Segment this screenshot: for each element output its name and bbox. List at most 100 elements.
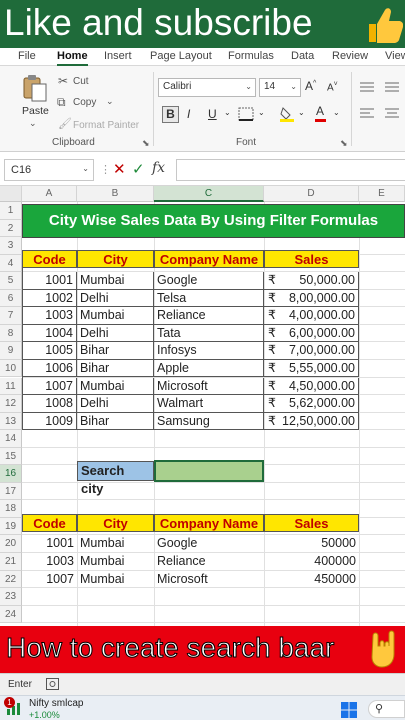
cell-code: 1006 [22, 359, 77, 378]
result-company: Microsoft [157, 571, 208, 586]
search-city-input[interactable] [154, 460, 264, 482]
row-header-6[interactable]: 6 [0, 289, 22, 308]
copy-icon[interactable]: ⧉ [57, 95, 66, 110]
chevron-down-icon[interactable]: ⌄ [29, 118, 37, 129]
chevron-down-icon[interactable]: ⌄ [298, 108, 305, 117]
row-header-7[interactable]: 7 [0, 307, 22, 325]
column-header-a[interactable]: A [22, 186, 77, 202]
tab-insert[interactable]: Insert [104, 50, 132, 62]
tab-page-layout[interactable]: Page Layout [150, 50, 212, 62]
tab-data[interactable]: Data [291, 50, 314, 62]
taskbar-search[interactable]: ⚲ [368, 700, 405, 718]
font-size-select[interactable]: 14 ⌄ [259, 78, 301, 97]
dialog-launcher-icon[interactable]: ⬊ [142, 138, 150, 149]
formula-input[interactable] [176, 159, 405, 181]
row-header-19[interactable]: 19 [0, 517, 22, 536]
row-header-8[interactable]: 8 [0, 324, 22, 343]
row-header-4[interactable]: 4 [0, 254, 22, 273]
row-header-3[interactable]: 3 [0, 237, 22, 255]
fill-color-icon[interactable] [280, 106, 294, 122]
chevron-down-icon[interactable]: ⌄ [333, 108, 340, 117]
row-header-22[interactable]: 22 [0, 570, 22, 589]
chevron-down-icon[interactable]: ⌄ [258, 108, 265, 117]
tab-home[interactable]: Home [57, 50, 88, 66]
tab-formulas[interactable]: Formulas [228, 50, 274, 62]
tab-view[interactable]: View [385, 50, 405, 62]
accessibility-icon[interactable] [46, 678, 59, 690]
cut-button[interactable]: Cut [73, 76, 89, 87]
row-header-23[interactable]: 23 [0, 588, 22, 606]
scissors-icon[interactable]: ✂ [58, 74, 68, 88]
cell-city: Mumbai [77, 307, 154, 325]
cell-city: Bihar [77, 412, 154, 431]
row-header-1[interactable]: 1 [0, 202, 22, 220]
windows-start-icon[interactable] [341, 702, 357, 718]
row-header-12[interactable]: 12 [0, 395, 22, 413]
name-box[interactable]: C16 ⌄ [4, 159, 94, 181]
row-header-17[interactable]: 17 [0, 482, 22, 501]
bold-button[interactable]: B [162, 106, 179, 123]
result-code: 1007 [46, 571, 74, 586]
column-header-b[interactable]: B [77, 186, 154, 202]
row-header-9[interactable]: 9 [0, 342, 22, 360]
rupee-symbol: ₹ [268, 396, 276, 411]
row-header-13[interactable]: 13 [0, 412, 22, 431]
select-all-corner[interactable] [0, 186, 22, 202]
formula-bar: C16 ⌄ ⋮ ✕ ✓ fx [0, 152, 405, 186]
widget-value: +1.00% [29, 710, 60, 720]
paste-button[interactable]: Paste [22, 105, 49, 117]
row-header-18[interactable]: 18 [0, 500, 22, 518]
align-center-icon[interactable] [385, 108, 399, 118]
column-header-d[interactable]: D [264, 186, 359, 202]
underline-button[interactable]: U [208, 107, 217, 121]
row-header-11[interactable]: 11 [0, 377, 22, 396]
row-header-5[interactable]: 5 [0, 272, 22, 290]
rupee-symbol: ₹ [268, 325, 276, 340]
row-header-2[interactable]: 2 [0, 219, 22, 238]
bottom-banner-text: How to create search baar [5, 632, 335, 664]
rupee-symbol: ₹ [268, 360, 276, 375]
paste-icon[interactable] [22, 74, 48, 102]
status-bar: Enter [0, 673, 405, 695]
row-header-20[interactable]: 20 [0, 535, 22, 553]
column-header-c[interactable]: C [154, 186, 264, 202]
cancel-icon[interactable]: ✕ [113, 160, 126, 178]
align-left-icon[interactable] [360, 108, 374, 118]
row-header-10[interactable]: 10 [0, 359, 22, 378]
font-color-icon[interactable]: A [316, 104, 324, 118]
stock-widget-icon[interactable]: 1 [4, 697, 22, 716]
increase-font-icon[interactable]: A^ [305, 79, 316, 93]
result-header-sales: Sales [264, 514, 359, 532]
rupee-symbol: ₹ [268, 290, 276, 305]
chevron-down-icon[interactable]: ⌄ [224, 108, 231, 117]
font-family-select[interactable]: Calibri ⌄ [158, 78, 256, 97]
decrease-font-icon[interactable]: A˅ [327, 81, 338, 93]
format-painter-button[interactable]: Format Painter [73, 120, 139, 131]
border-icon[interactable] [238, 107, 254, 121]
rupee-symbol: ₹ [268, 343, 276, 358]
dialog-launcher-icon[interactable]: ⬊ [340, 138, 348, 149]
ribbon-separator [153, 72, 154, 146]
copy-chevron-icon[interactable]: ⌄ [106, 96, 114, 107]
rupee-symbol: ₹ [268, 378, 276, 393]
align-middle-icon[interactable] [385, 82, 399, 92]
align-top-icon[interactable] [360, 82, 374, 92]
format-painter-icon[interactable]: 🖌 [58, 117, 72, 130]
tab-review[interactable]: Review [332, 50, 368, 62]
row-header-24[interactable]: 24 [0, 605, 22, 624]
italic-button[interactable]: I [187, 107, 190, 121]
row-header-16[interactable]: 16 [0, 465, 22, 483]
copy-button[interactable]: Copy [73, 97, 96, 108]
table-border [22, 254, 23, 431]
enter-check-icon[interactable]: ✓ [132, 160, 145, 178]
row-header-21[interactable]: 21 [0, 553, 22, 571]
insert-function-icon[interactable]: fx [152, 160, 165, 176]
tab-file[interactable]: File [18, 50, 36, 62]
header-city: City [77, 250, 154, 268]
column-header-e[interactable]: E [359, 186, 405, 202]
cell-code: 1008 [22, 395, 77, 413]
row-header-14[interactable]: 14 [0, 430, 22, 448]
chevron-down-icon: ⌄ [290, 82, 297, 91]
row-header-15[interactable]: 15 [0, 447, 22, 466]
gridline-row [22, 499, 405, 501]
